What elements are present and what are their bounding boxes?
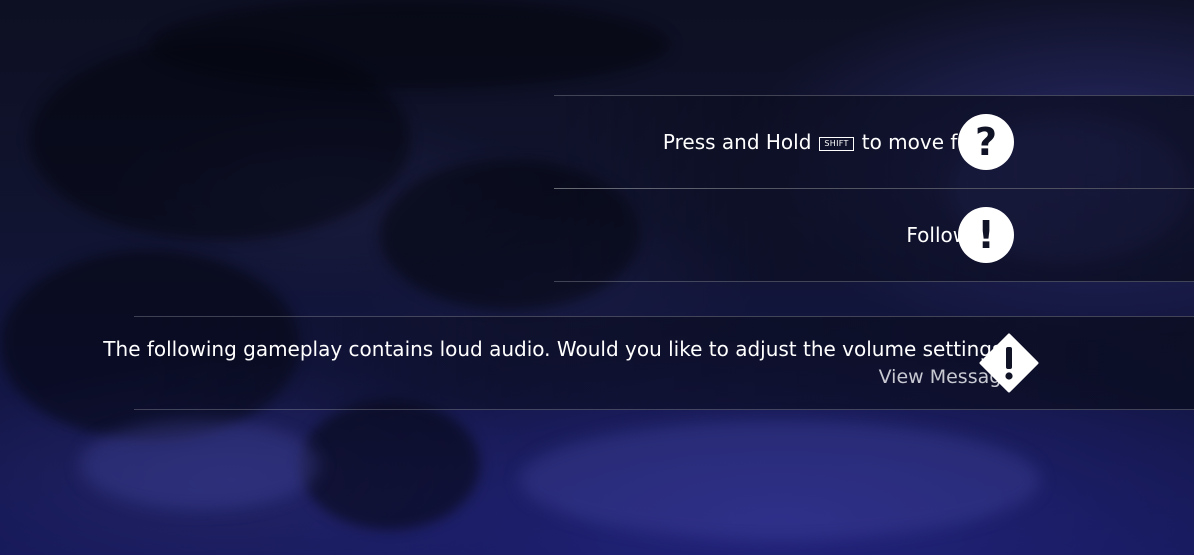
background-snow	[520, 420, 1040, 540]
exclamation-icon: !	[958, 207, 1014, 263]
background-rock	[300, 400, 480, 530]
audio-warning-notification[interactable]: The following gameplay contains loud aud…	[103, 316, 1194, 410]
shift-key-icon: SHIFT	[819, 137, 854, 151]
hint-text-before-key: Press and Hold	[662, 130, 812, 154]
hint-notification: Press and Hold SHIFT to move faster. ?	[554, 95, 1194, 189]
question-mark-icon: ?	[958, 114, 1014, 170]
background-rock	[150, 0, 670, 90]
game-scene: Press and Hold SHIFT to move faster. ? Fol…	[0, 0, 1194, 555]
audio-warning-text: The following gameplay contains loud aud…	[103, 337, 1013, 361]
warning-diamond-icon	[979, 333, 1039, 393]
objective-notification: Follow Safi !	[554, 188, 1194, 282]
background-snow	[80, 420, 320, 510]
